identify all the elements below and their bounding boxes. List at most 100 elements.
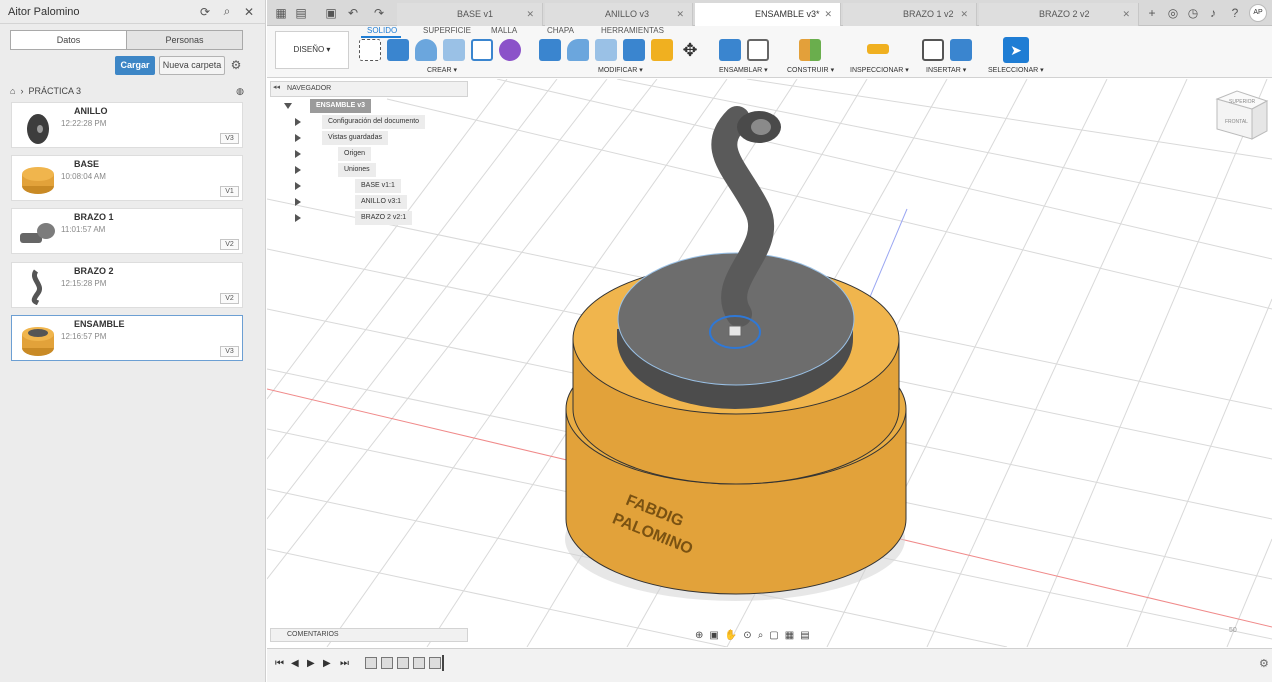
form-icon[interactable] — [499, 39, 521, 61]
step-forward-icon[interactable]: ▶ — [323, 658, 331, 669]
tab-brazo-1[interactable]: BRAZO 1 v2 ✕ — [843, 3, 977, 26]
go-to-start-icon[interactable]: ⏮ — [275, 658, 284, 669]
globe-icon[interactable]: ◍ — [236, 86, 244, 97]
timeline-joint-icon[interactable] — [397, 657, 409, 669]
close-icon[interactable]: ✕ — [1122, 3, 1130, 25]
version-badge[interactable]: V3 — [220, 133, 239, 144]
tab-sheet-metal[interactable]: CHAPA — [547, 26, 574, 35]
group-construct[interactable]: CONSTRUIR ▾ — [787, 66, 834, 74]
move-icon[interactable]: ✥ — [679, 39, 701, 61]
tab-people[interactable]: Personas — [127, 31, 242, 49]
expand-icon[interactable] — [295, 150, 301, 158]
expand-root-icon[interactable] — [284, 103, 292, 109]
viewports-icon[interactable]: ▤ — [800, 630, 809, 641]
group-insert[interactable]: INSERTAR ▾ — [926, 66, 966, 74]
pan-icon[interactable]: ✋ — [725, 630, 737, 641]
tab-base[interactable]: BASE v1 ✕ — [397, 3, 543, 26]
upload-button[interactable]: Cargar — [115, 56, 155, 75]
display-settings-icon[interactable]: ▢ — [769, 630, 778, 641]
revolve-icon[interactable] — [415, 39, 437, 61]
undo-icon[interactable]: ↶ — [345, 5, 361, 21]
timeline-component-icon[interactable] — [365, 657, 377, 669]
construct-plane-icon[interactable] — [799, 39, 821, 61]
tab-solid[interactable]: SOLIDO — [367, 26, 397, 35]
version-badge[interactable]: V3 — [220, 346, 239, 357]
insert-derive-icon[interactable] — [922, 39, 944, 61]
offset-face-icon[interactable] — [651, 39, 673, 61]
tree-item-saved-views[interactable]: Vistas guardadas — [322, 131, 388, 145]
file-card-anillo[interactable]: ANILLO 12:22:28 PM V3 — [11, 102, 243, 148]
group-create[interactable]: CREAR ▾ — [427, 66, 457, 74]
tab-surface[interactable]: SUPERFICIE — [423, 26, 471, 35]
tree-item-brazo-2[interactable]: BRAZO 2 v2:1 — [355, 211, 413, 225]
expand-icon[interactable] — [295, 118, 301, 126]
3d-viewport[interactable]: FABDIG PALOMINO FRONTAL SUPERIOR 50 — [267, 79, 1272, 647]
look-at-icon[interactable]: ▣ — [709, 630, 718, 641]
expand-icon[interactable] — [295, 214, 301, 222]
tab-mesh[interactable]: MALLA — [491, 26, 517, 35]
job-status-icon[interactable]: ◷ — [1185, 5, 1201, 21]
avatar[interactable]: AP — [1249, 4, 1267, 22]
timeline-joint-icon[interactable] — [413, 657, 425, 669]
browser-header[interactable]: NAVEGADOR — [270, 81, 468, 97]
add-tab-icon[interactable]: + — [1144, 5, 1160, 21]
file-icon[interactable]: ▤ — [293, 5, 309, 21]
version-badge[interactable]: V1 — [220, 186, 239, 197]
group-select[interactable]: SELECCIONAR ▾ — [988, 66, 1044, 74]
file-card-ensamble[interactable]: ENSAMBLE 12:16:57 PM V3 — [11, 315, 243, 361]
breadcrumb-project[interactable]: PRÁCTICA 3 — [28, 86, 81, 96]
home-icon[interactable]: ⌂ — [10, 86, 15, 96]
timeline-settings-icon[interactable]: ⚙ — [1259, 657, 1269, 670]
pattern-icon[interactable] — [471, 39, 493, 61]
chamfer-icon[interactable] — [595, 39, 617, 61]
comments-panel-header[interactable]: COMENTARIOS — [270, 628, 468, 642]
tree-item-origin[interactable]: Origen — [338, 147, 372, 161]
workspace-dropdown[interactable]: DISEÑO ▾ — [275, 31, 349, 69]
tab-ensamble[interactable]: ENSAMBLE v3* ✕ — [695, 3, 841, 26]
file-card-brazo-1[interactable]: BRAZO 1 11:01:57 AM V2 — [11, 208, 243, 254]
collapse-icon[interactable]: ◂◂ — [273, 83, 280, 91]
expand-icon[interactable] — [295, 134, 301, 142]
search-icon[interactable]: ⌕ — [219, 4, 235, 20]
orbit-icon[interactable]: ⊕ — [695, 630, 703, 641]
tab-anillo[interactable]: ANILLO v3 ✕ — [545, 3, 693, 26]
play-icon[interactable]: ▶ — [307, 658, 315, 669]
tab-tools[interactable]: HERRAMIENTAS — [601, 26, 664, 35]
user-name[interactable]: Aitor Palomino — [8, 6, 191, 18]
file-card-base[interactable]: BASE 10:08:04 AM V1 — [11, 155, 243, 201]
extensions-icon[interactable]: ◎ — [1165, 5, 1181, 21]
gear-icon[interactable]: ⚙ — [228, 57, 244, 73]
insert-image-icon[interactable] — [950, 39, 972, 61]
help-icon[interactable]: ? — [1227, 5, 1243, 21]
fillet-icon[interactable] — [567, 39, 589, 61]
close-icon[interactable]: ✕ — [526, 3, 534, 25]
save-icon[interactable]: ▣ — [323, 5, 339, 21]
select-cursor-icon[interactable]: ➤ — [1003, 37, 1029, 63]
notifications-icon[interactable]: ♪ — [1205, 5, 1221, 21]
expand-icon[interactable] — [295, 182, 301, 190]
tree-item-doc-settings[interactable]: Configuración del documento — [322, 115, 426, 129]
close-icon[interactable]: ✕ — [676, 3, 684, 25]
new-component-icon[interactable] — [719, 39, 741, 61]
grid-settings-icon[interactable]: ▦ — [785, 630, 794, 641]
refresh-icon[interactable]: ⟳ — [197, 4, 213, 20]
tree-root[interactable]: ENSAMBLE v3 — [310, 99, 372, 113]
expand-icon[interactable] — [295, 166, 301, 174]
sketch-icon[interactable] — [359, 39, 381, 61]
zoom-icon[interactable]: ⊙ — [743, 630, 751, 641]
tree-item-joints[interactable]: Uniones — [338, 163, 376, 177]
timeline-joint-icon[interactable] — [429, 657, 441, 669]
tab-data[interactable]: Datos — [11, 31, 127, 49]
press-pull-icon[interactable] — [539, 39, 561, 61]
tree-item-anillo[interactable]: ANILLO v3:1 — [355, 195, 408, 209]
tree-item-base[interactable]: BASE v1:1 — [355, 179, 401, 193]
timeline-marker[interactable] — [442, 655, 444, 671]
timeline-component-icon[interactable] — [381, 657, 393, 669]
redo-icon[interactable]: ↷ — [371, 5, 387, 21]
hole-icon[interactable] — [443, 39, 465, 61]
fit-icon[interactable]: ⌕ — [758, 630, 764, 641]
group-inspect[interactable]: INSPECCIONAR ▾ — [850, 66, 909, 74]
measure-icon[interactable] — [867, 44, 889, 54]
close-icon[interactable]: ✕ — [824, 3, 832, 25]
tab-brazo-2[interactable]: BRAZO 2 v2 ✕ — [979, 3, 1139, 26]
